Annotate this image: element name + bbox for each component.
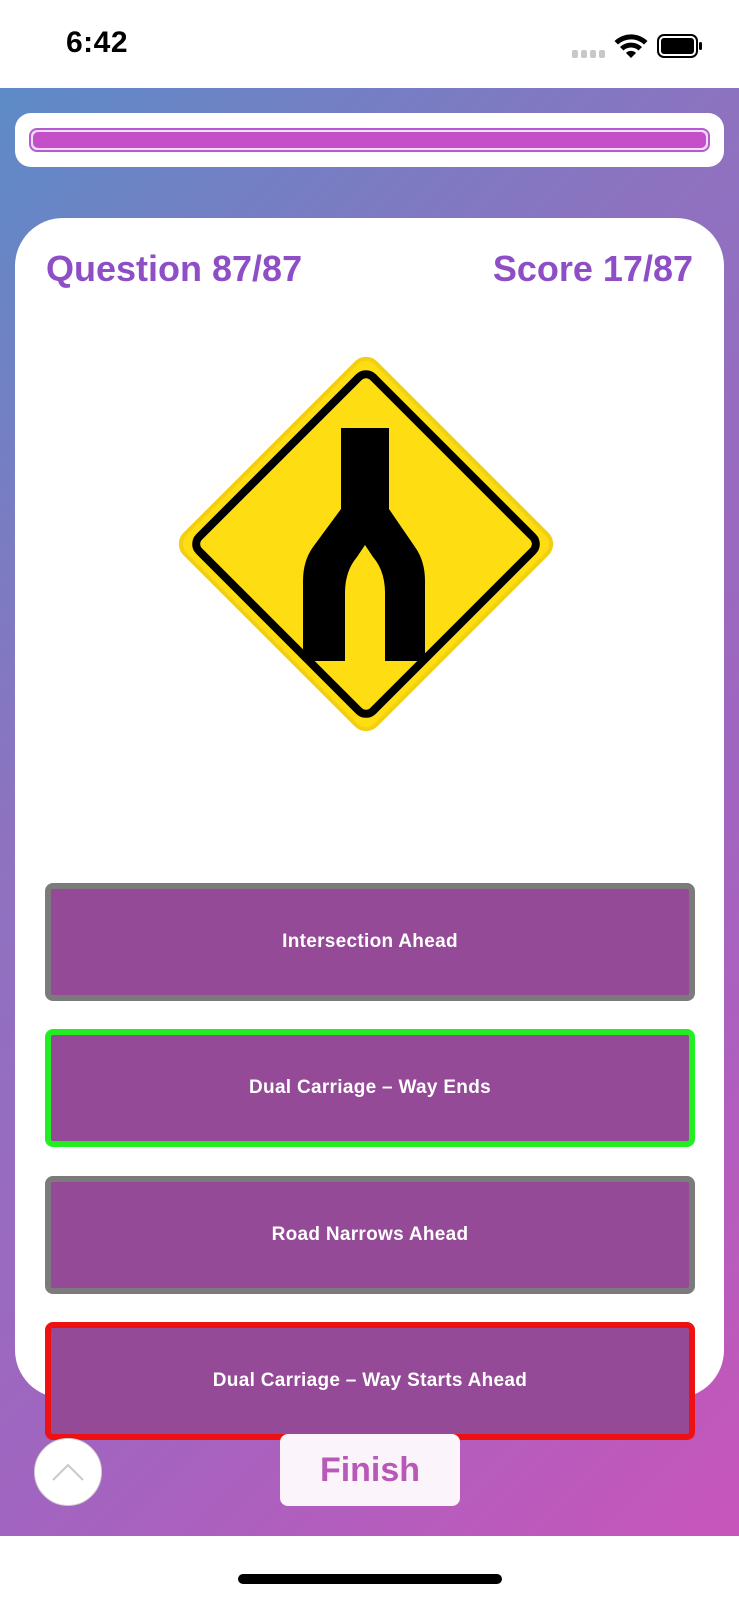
quiz-progress-bar bbox=[29, 128, 710, 152]
wifi-icon bbox=[614, 34, 648, 58]
question-card: Question 87/87 Score 17/87 Intersection … bbox=[15, 218, 724, 1440]
scroll-up-button[interactable] bbox=[34, 1438, 102, 1506]
status-bar: 6:42 bbox=[0, 0, 739, 88]
answer-option-2[interactable]: Dual Carriage – Way Ends bbox=[45, 1029, 695, 1147]
cellular-signal-icon bbox=[572, 50, 605, 58]
quiz-screen: 6:42 Question 87/87 Score 17/87 Intersec… bbox=[0, 0, 739, 1600]
answer-option-4[interactable]: Dual Carriage – Way Starts Ahead bbox=[45, 1322, 695, 1440]
quiz-background: Question 87/87 Score 17/87 Intersection … bbox=[0, 88, 739, 1536]
home-indicator[interactable] bbox=[238, 1574, 502, 1584]
answer-option-1[interactable]: Intersection Ahead bbox=[45, 883, 695, 1001]
chevron-up-icon bbox=[52, 1463, 84, 1481]
progress-card bbox=[15, 113, 724, 167]
quiz-progress-fill bbox=[33, 132, 706, 148]
dual-carriageway-starts-sign-icon bbox=[178, 356, 554, 732]
question-counter: Question 87/87 bbox=[46, 248, 303, 289]
battery-icon bbox=[657, 34, 702, 58]
answer-option-3[interactable]: Road Narrows Ahead bbox=[45, 1176, 695, 1294]
status-time: 6:42 bbox=[66, 26, 129, 59]
score-counter: Score 17/87 bbox=[492, 248, 693, 289]
finish-button[interactable]: Finish bbox=[280, 1434, 460, 1506]
